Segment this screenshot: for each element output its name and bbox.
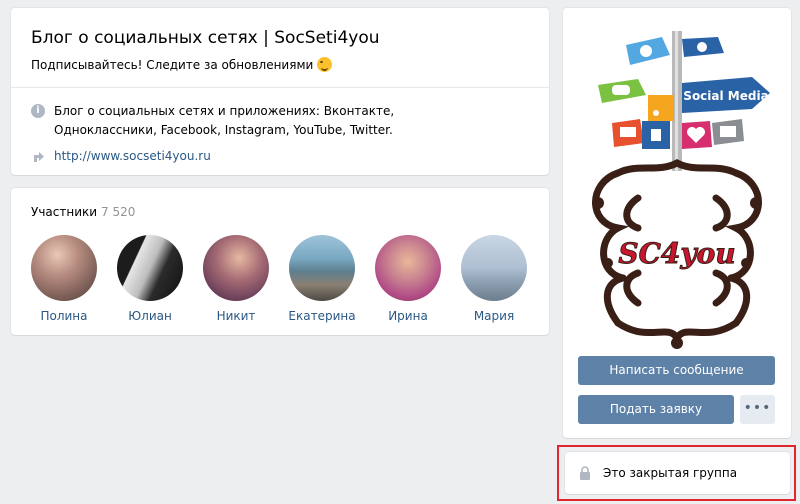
group-website-link[interactable]: http://www.socseti4you.ru — [54, 149, 211, 163]
member-name[interactable]: Екатерина — [287, 309, 357, 323]
member-name[interactable]: Никит — [201, 309, 271, 323]
member-item[interactable]: Мария — [459, 235, 529, 323]
info-icon: i — [31, 104, 45, 118]
closed-group-notice: Это закрытая группа — [565, 452, 790, 494]
link-arrow-icon — [34, 152, 44, 162]
member-avatar[interactable] — [461, 235, 527, 301]
members-header[interactable]: Участники 7 520 — [31, 205, 135, 219]
twitter-bird-icon — [626, 37, 670, 65]
group-status-text: Подписывайтесь! Следите за обновлениями — [31, 57, 314, 72]
send-message-button[interactable]: Написать сообщение — [578, 356, 775, 385]
group-sidebar-card: Social Media SC4you Написать сообщение П… — [563, 8, 791, 438]
member-avatar[interactable] — [289, 235, 355, 301]
group-title: Блог о социальных сетях | SocSeti4you — [31, 28, 380, 48]
member-avatar[interactable] — [31, 235, 97, 301]
apply-to-join-button[interactable]: Подать заявку — [578, 395, 734, 424]
more-actions-button[interactable]: ••• — [740, 395, 775, 424]
member-name[interactable]: Юлиан — [115, 309, 185, 323]
group-status: Подписывайтесь! Следите за обновлениями — [31, 57, 333, 72]
member-avatar[interactable] — [117, 235, 183, 301]
logo-text: SC4you — [618, 237, 735, 270]
member-item[interactable]: Никит — [201, 235, 271, 323]
group-header-card: Блог о социальных сетях | SocSeti4you По… — [11, 8, 549, 175]
member-name[interactable]: Ирина — [373, 309, 443, 323]
wink-emoji-icon — [317, 57, 333, 72]
closed-group-text: Это закрытая группа — [603, 466, 738, 480]
lock-icon — [580, 466, 590, 480]
group-cover-logo[interactable]: Social Media SC4you — [578, 23, 776, 353]
member-name[interactable]: Полина — [29, 309, 99, 323]
member-name[interactable]: Мария — [459, 309, 529, 323]
divider — [11, 87, 549, 88]
member-item[interactable]: Ирина — [373, 235, 443, 323]
group-description: Блог о социальных сетях и приложениях: В… — [54, 104, 395, 137]
members-card: Участники 7 520 Полина Юлиан Никит Екатер… — [11, 188, 549, 335]
member-item[interactable]: Полина — [29, 235, 99, 323]
member-item[interactable]: Юлиан — [115, 235, 185, 323]
member-avatar[interactable] — [203, 235, 269, 301]
logo-sign-label: Social Media — [683, 89, 768, 103]
member-item[interactable]: Екатерина — [287, 235, 357, 323]
members-label: Участники — [31, 205, 98, 219]
member-avatar[interactable] — [375, 235, 441, 301]
members-count: 7 520 — [101, 205, 136, 219]
